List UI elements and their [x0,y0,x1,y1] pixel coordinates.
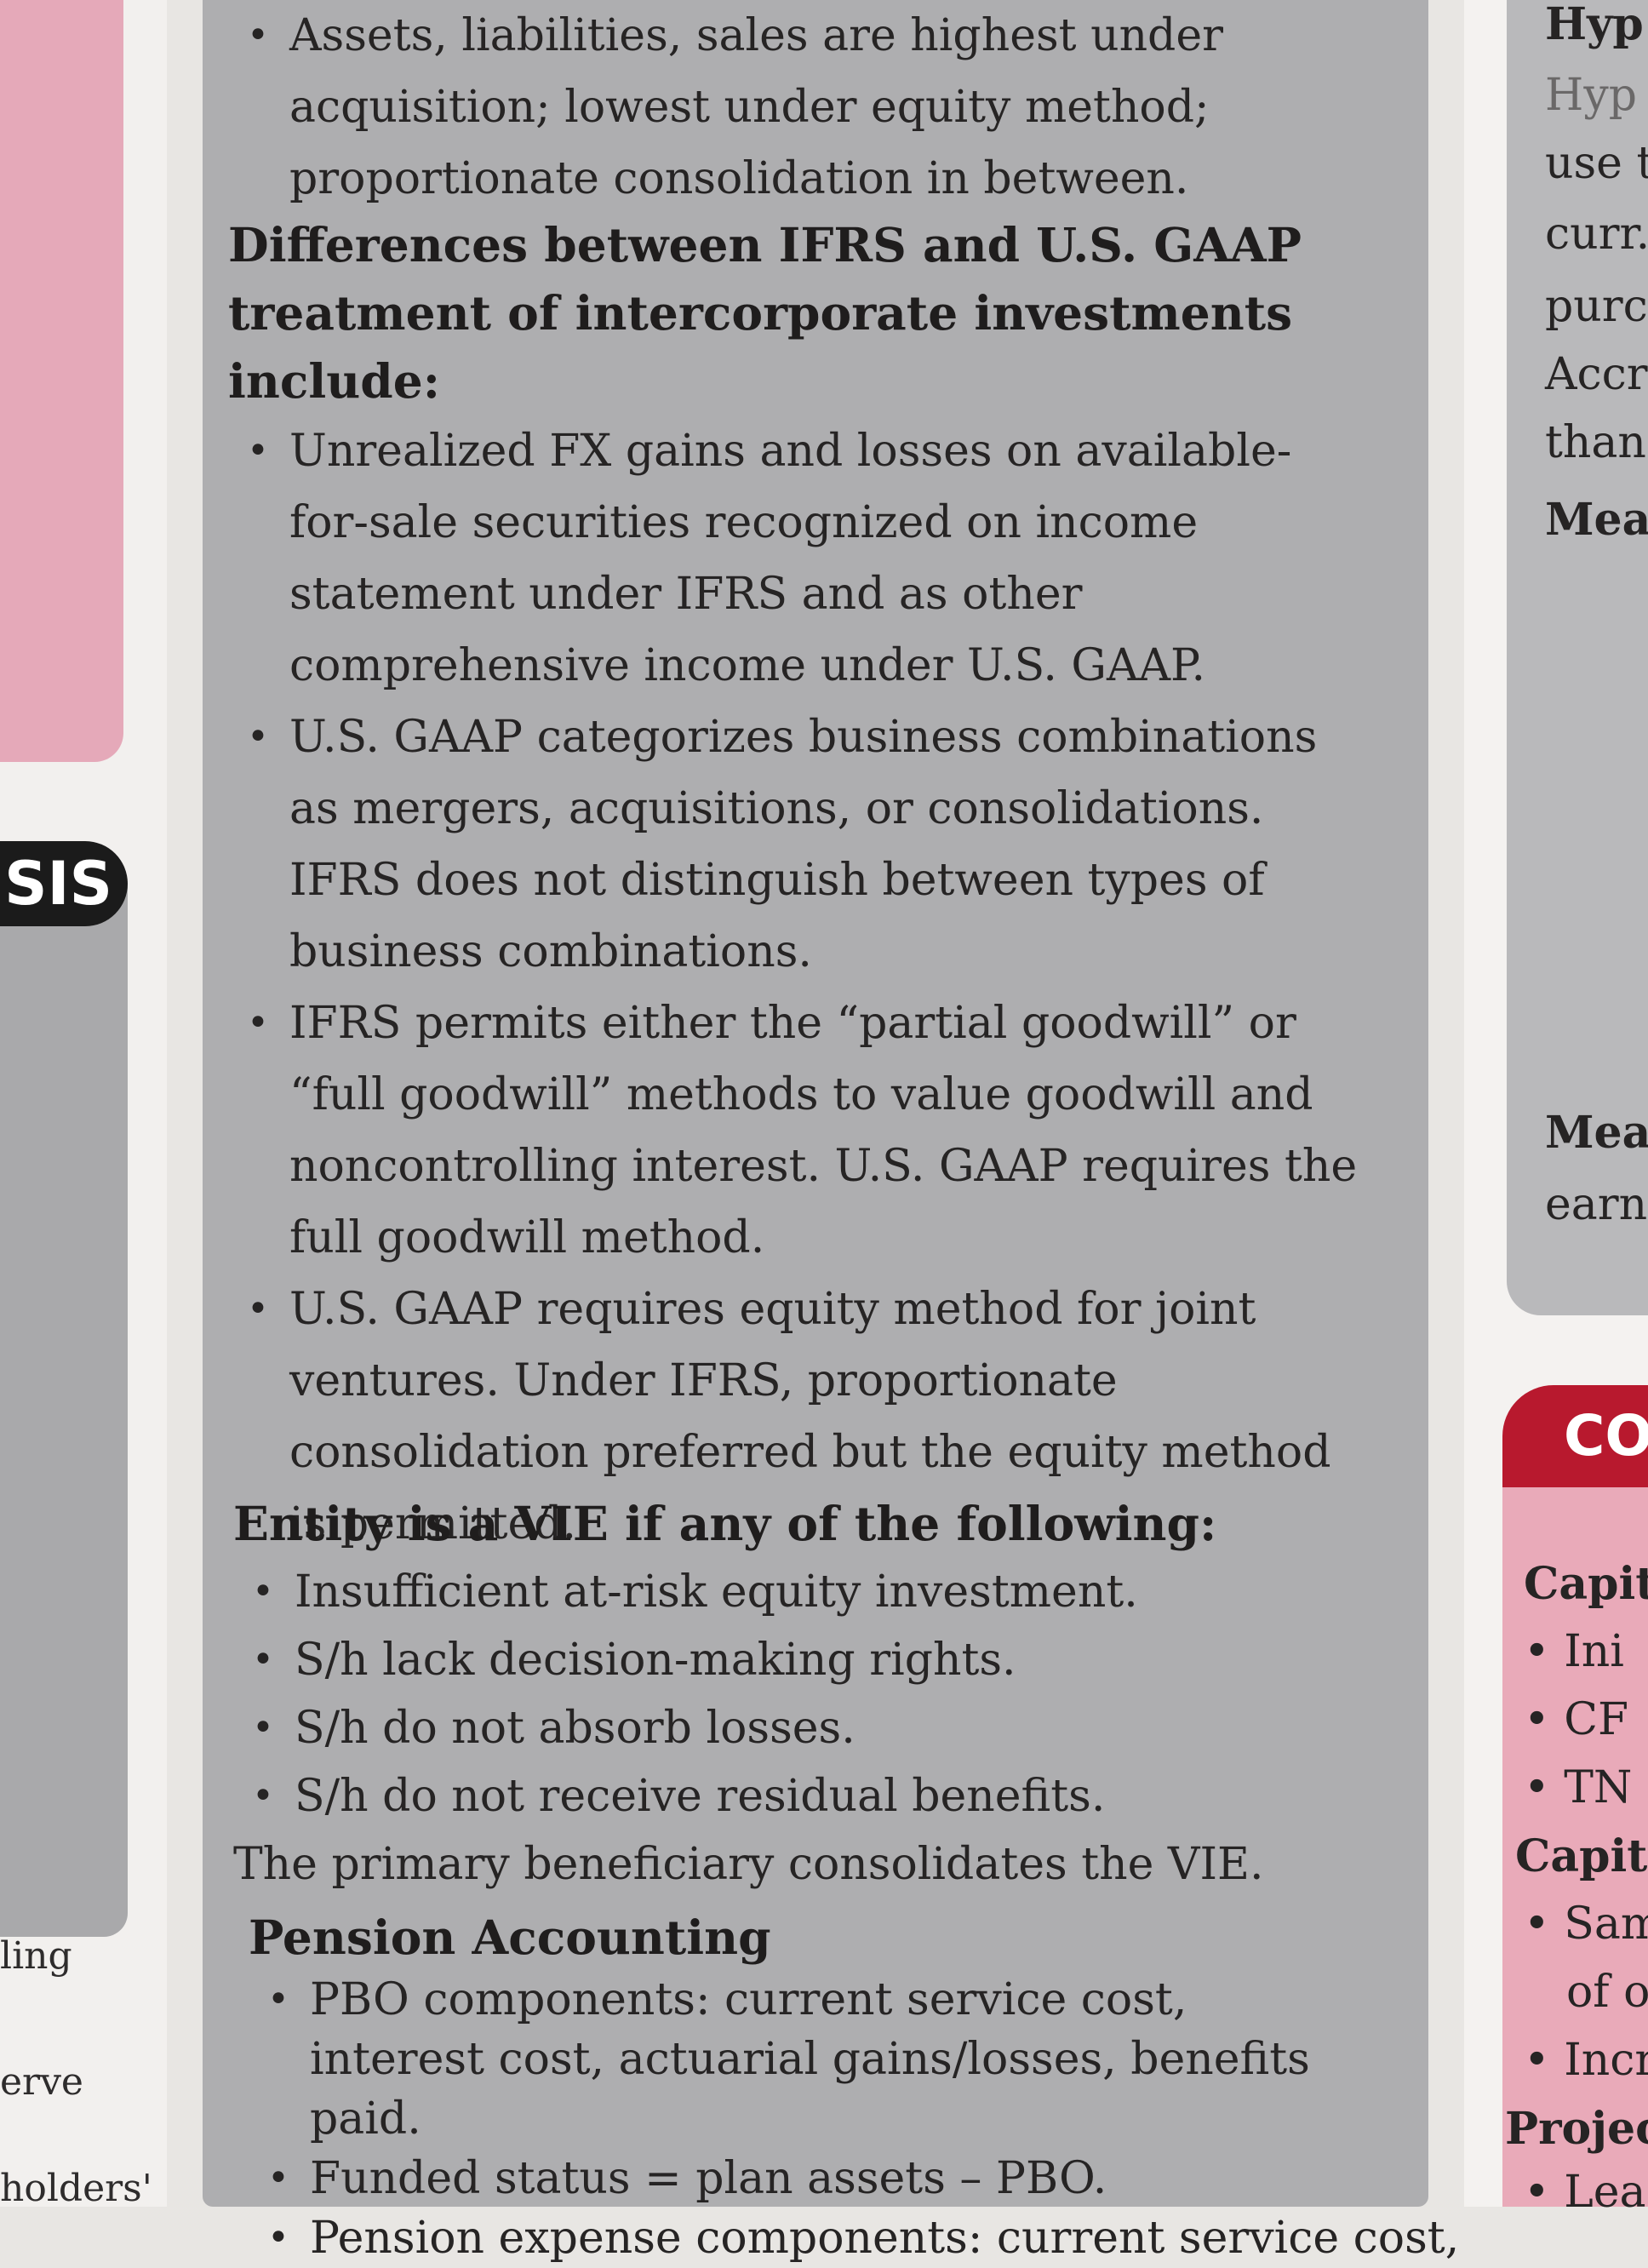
right-fragment: of o [1566,1967,1648,2018]
right-fragment: than [1545,417,1646,468]
right-fragment: Accr [1545,349,1648,400]
bullet-icon: • [267,2156,289,2200]
right-fragment: Project [1505,2103,1648,2155]
bullet-icon: • [252,1706,274,1750]
right-fragment: earni [1545,1179,1648,1230]
section-heading: Entity is a VIE if any of the following: [233,1496,1217,1551]
ifrs-gaap-section: Differences between IFRS and U.S. GAAP t… [228,211,1403,1560]
vie-section: Entity is a VIE if any of the following:… [233,1490,1377,1899]
pension-section: Pension Accounting • PBO components: cur… [249,1905,1459,2268]
closing-text: The primary beneficiary consolidates the… [233,1839,1264,1890]
right-fragment: Capita [1515,1830,1648,1882]
list-item: • S/h do not receive residual benefits. [233,1762,1377,1830]
bullet-icon: • [247,1001,269,1045]
bullet-icon: • [247,14,269,57]
bullet-icon: • [247,429,269,472]
intro-block: • Assets, liabilities, sales are highest… [228,0,1335,215]
bullet-icon: • [267,1978,289,2021]
left-fragment: ling [0,1934,72,1978]
center-panel: • Assets, liabilities, sales are highest… [203,0,1459,2264]
section-badge-right: CO [1502,1385,1648,1487]
right-fragment: Hyp [1545,70,1638,121]
right-fragment: • Ini [1524,1626,1624,1677]
right-fragment: • Incr [1524,2035,1648,2086]
right-fragment: • Sam [1524,1899,1648,1950]
list-item: • IFRS permits either the “partial goodw… [228,988,1369,1274]
section-heading: Pension Accounting [249,1910,771,1965]
left-gray-panel [0,881,128,1937]
right-fragment: • TN [1524,1762,1633,1813]
list-item: • PBO components: current service cost, … [249,1970,1369,2149]
left-fragment: erve [0,2060,83,2104]
right-fragment: purc [1545,281,1648,332]
list-item: • Pension expense components: current se… [249,2208,1459,2268]
bullet-icon: • [252,1570,274,1613]
right-fragment: curr. [1545,209,1648,260]
list-item: • S/h lack decision-making rights. [233,1626,1377,1694]
list-item: • Assets, liabilities, sales are highest… [228,0,1335,215]
right-fragment: • Leas [1524,2167,1648,2218]
list-item: • Insufficient at-risk equity investment… [233,1558,1377,1626]
section-heading: Differences between IFRS and U.S. GAAP t… [228,217,1302,409]
right-fragment: • CF [1524,1694,1629,1745]
list-item: • S/h do not absorb losses. [233,1694,1377,1762]
bullet-icon: • [267,2216,289,2259]
list-item: • Unrealized FX gains and losses on avai… [228,415,1343,702]
right-fragment: Mea [1545,494,1648,546]
right-fragment: Mea [1545,1107,1648,1159]
bullet-icon: • [252,1774,274,1818]
bullet-icon: • [252,1638,274,1681]
section-badge-left: SIS [0,841,128,926]
bullet-icon: • [247,715,269,759]
right-fragment: Hyp [1545,0,1644,50]
bullet-icon: • [247,1287,269,1331]
list-item: • Funded status = plan assets – PBO. [249,2149,1369,2208]
left-fragment: holders' [0,2167,152,2210]
right-fragment: use t [1545,138,1648,189]
right-fragment: Capit [1524,1558,1648,1610]
left-pink-panel [0,0,123,762]
list-item: • U.S. GAAP categorizes business combina… [228,702,1369,988]
